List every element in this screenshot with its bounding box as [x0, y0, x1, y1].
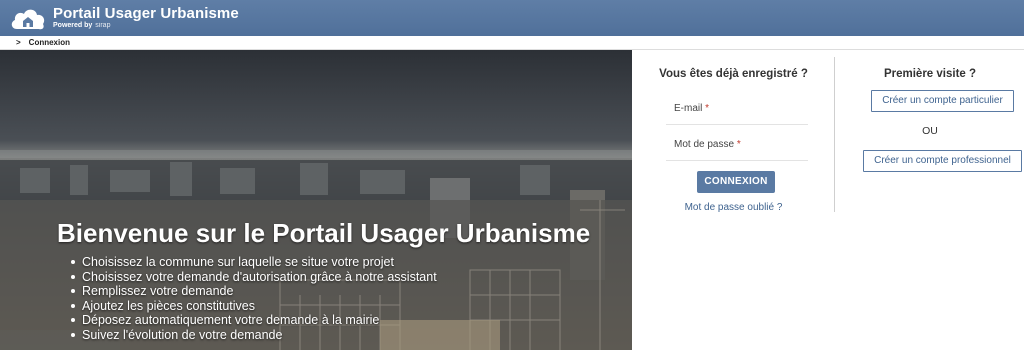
- hero-title: Bienvenue sur le Portail Usager Urbanism…: [57, 218, 591, 248]
- register-panel: Première visite ? Créer un compte partic…: [836, 50, 1024, 350]
- password-field[interactable]: Mot de passe *: [666, 131, 808, 161]
- app-header: Portail Usager Urbanisme Powered by sira…: [0, 0, 1024, 36]
- steps-list: Choisissez la commune sur laquelle se si…: [70, 255, 437, 342]
- powered-by-label: Powered by: [53, 22, 93, 29]
- register-title: Première visite ?: [883, 68, 977, 80]
- hero-banner: Bienvenue sur le Portail Usager Urbanism…: [0, 50, 632, 350]
- powered-by: Powered by sirap: [53, 22, 110, 29]
- create-individual-account-button[interactable]: Créer un compte particulier: [871, 90, 1014, 112]
- breadcrumb-separator: >: [16, 38, 21, 47]
- connexion-button[interactable]: CONNEXION: [697, 171, 775, 193]
- list-item: Ajoutez les pièces constitutives: [70, 299, 437, 314]
- list-item: Suivez l'évolution de votre demande: [70, 328, 437, 343]
- list-item: Choisissez votre demande d'autorisation …: [70, 270, 437, 285]
- panel-divider: [834, 57, 835, 212]
- powered-by-brand: sirap: [95, 22, 111, 29]
- breadcrumb-current[interactable]: Connexion: [29, 38, 70, 47]
- breadcrumb: > Connexion: [0, 36, 1024, 50]
- forgot-password-link[interactable]: Mot de passe oublié ?: [632, 202, 835, 213]
- email-field[interactable]: E-mail *: [666, 95, 808, 125]
- or-separator: OU: [922, 125, 938, 137]
- app-title: Portail Usager Urbanisme: [53, 5, 239, 22]
- cloud-house-logo-icon[interactable]: [9, 5, 47, 32]
- list-item: Remplissez votre demande: [70, 284, 437, 299]
- list-item: Déposez automatiquement votre demande à …: [70, 313, 437, 328]
- password-input[interactable]: [666, 131, 808, 160]
- login-title: Vous êtes déjà enregistré ?: [659, 68, 808, 80]
- login-panel: Vous êtes déjà enregistré ? E-mail * Mot…: [632, 50, 835, 350]
- create-professional-account-button[interactable]: Créer un compte professionnel: [863, 150, 1022, 172]
- list-item: Choisissez la commune sur laquelle se si…: [70, 255, 437, 270]
- email-input[interactable]: [666, 95, 808, 124]
